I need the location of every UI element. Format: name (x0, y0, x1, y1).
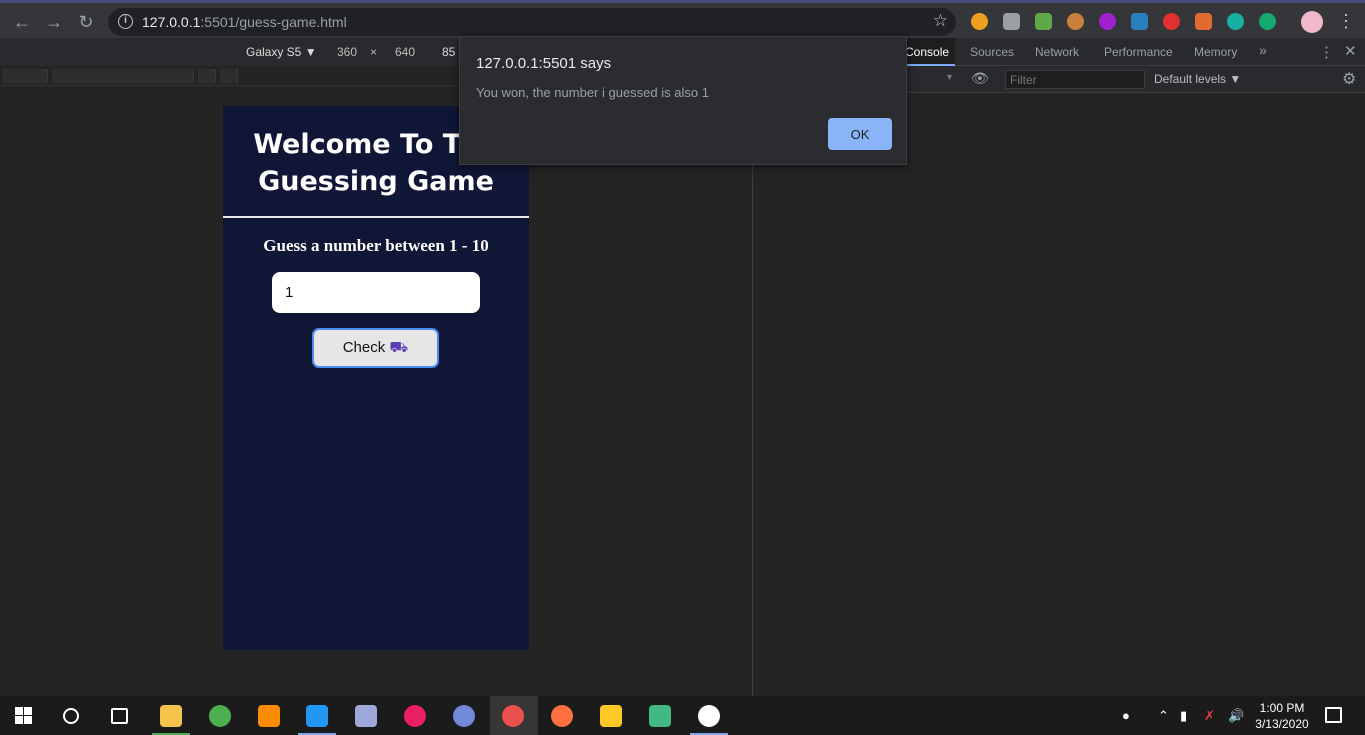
context-dropdown-icon[interactable]: ▼ (945, 72, 954, 82)
network-icon[interactable]: ✗ (1204, 708, 1215, 724)
start-icon[interactable] (15, 707, 32, 724)
browser-toolbar: ← → ↻ i 127.0.0.1:5501/guess-game.html ☆… (0, 0, 1365, 38)
url-text: 127.0.0.1:5501/guess-game.html (142, 14, 347, 30)
alert-title: 127.0.0.1:5501 says (476, 55, 612, 72)
python-file-icon[interactable] (600, 705, 622, 727)
guess-input[interactable] (272, 272, 480, 313)
dimension-separator: × (370, 45, 378, 59)
reload-icon[interactable]: ↻ (75, 11, 97, 33)
extension-icon[interactable] (1099, 13, 1116, 30)
address-bar[interactable]: i 127.0.0.1:5501/guess-game.html ☆ (108, 8, 956, 36)
devtools-menu-icon[interactable]: ⋮ (1319, 43, 1334, 61)
extension-icon[interactable] (1195, 13, 1212, 30)
media-query-segment[interactable] (2, 69, 48, 83)
cookie-icon[interactable] (1067, 13, 1084, 30)
close-devtools-icon[interactable]: ✕ (1344, 42, 1357, 60)
slack-icon[interactable] (404, 705, 426, 727)
volume-icon[interactable]: 🔊 (1228, 708, 1244, 724)
browser-menu-icon[interactable]: ⋮ (1337, 11, 1355, 31)
tab-memory[interactable]: Memory (1194, 45, 1237, 59)
battery-icon[interactable]: ▮ (1180, 708, 1187, 724)
guess-prompt: Guess a number between 1 - 10 (263, 236, 489, 255)
alert-message: You won, the number i guessed is also 1 (476, 85, 709, 100)
clock-date: 3/13/2020 (1255, 717, 1309, 731)
site-info-icon[interactable]: i (118, 14, 133, 29)
discord-icon[interactable] (453, 705, 475, 727)
clock-time: 1:00 PM (1259, 701, 1305, 715)
tab-sources[interactable]: Sources (970, 45, 1014, 59)
media-query-segment[interactable] (220, 69, 238, 83)
app-icon[interactable] (355, 705, 377, 727)
tray-chevron-icon[interactable]: ⌃ (1158, 708, 1169, 724)
system-clock[interactable]: 1:00 PM 3/13/2020 (1254, 700, 1310, 732)
windows-taskbar: ● ⌃ ▮ ✗ 🔊 1:00 PM 3/13/2020 (0, 696, 1365, 735)
xampp-icon[interactable] (258, 705, 280, 727)
vue-devtools-icon[interactable] (1003, 13, 1020, 30)
extension-icon[interactable] (1035, 13, 1052, 30)
app-icon[interactable] (209, 705, 231, 727)
log-levels-select[interactable]: Default levels ▼ (1154, 72, 1241, 86)
truck-icon: ⛟ (389, 338, 409, 356)
bookmark-star-icon[interactable]: ☆ (933, 11, 948, 31)
check-button[interactable]: Check ⛟ (312, 328, 439, 368)
title-divider (223, 216, 529, 218)
media-query-segment[interactable] (52, 69, 194, 83)
filter-input[interactable] (1005, 70, 1145, 89)
search-icon[interactable] (63, 708, 79, 724)
check-button-label: Check (342, 338, 386, 356)
vscode-icon[interactable] (306, 705, 328, 727)
tab-network[interactable]: Network (1035, 45, 1079, 59)
app-icon[interactable] (698, 705, 720, 727)
zoom-select[interactable]: 85 (442, 45, 455, 59)
tab-console[interactable]: Console (899, 38, 956, 66)
device-select[interactable]: Galaxy S5 ▼ (246, 45, 317, 59)
forward-icon[interactable]: → (43, 11, 65, 33)
alert-ok-button[interactable]: OK (828, 118, 892, 150)
more-tabs-icon[interactable]: » (1259, 42, 1267, 58)
people-icon[interactable]: ● (1122, 708, 1130, 723)
back-icon[interactable]: ← (11, 11, 33, 33)
settings-gear-icon[interactable]: ⚙ (1342, 69, 1356, 89)
vue-icon[interactable] (649, 705, 671, 727)
block-icon[interactable] (1163, 13, 1180, 30)
media-query-segment[interactable] (198, 69, 216, 83)
tab-performance[interactable]: Performance (1104, 45, 1173, 59)
active-indicator (490, 696, 538, 735)
profile-avatar[interactable] (1301, 11, 1323, 33)
extension-icon[interactable] (1131, 13, 1148, 30)
alert-dialog: 127.0.0.1:5501 says You won, the number … (459, 36, 907, 165)
task-view-icon[interactable] (111, 708, 128, 724)
file-explorer-icon[interactable] (160, 705, 182, 727)
postman-icon[interactable] (551, 705, 573, 727)
emulated-device-viewport: Welcome To The Guessing Game Guess a num… (223, 106, 529, 650)
eye-icon[interactable]: 👁 (971, 70, 989, 87)
notifications-icon[interactable] (1325, 707, 1342, 723)
extension-icon[interactable] (971, 13, 988, 30)
extension-icon[interactable] (1227, 13, 1244, 30)
device-width[interactable]: 360 (337, 45, 357, 59)
device-height[interactable]: 640 (395, 45, 415, 59)
grammarly-icon[interactable] (1259, 13, 1276, 30)
